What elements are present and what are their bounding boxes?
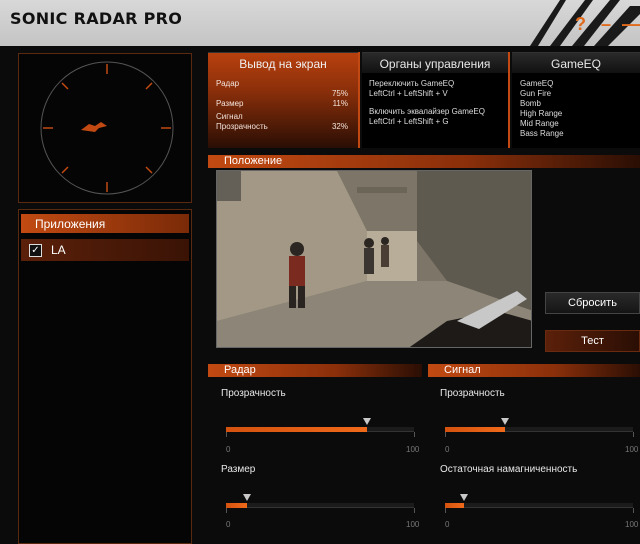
slider-tick <box>633 432 634 437</box>
app-list-item-la[interactable]: ✓ LA <box>21 239 189 261</box>
minimize-button[interactable]: – <box>601 14 611 35</box>
signal-section-header: Сигнал <box>428 364 640 377</box>
gameeq-item: Mid Range <box>520 119 559 128</box>
gameeq-item: Bomb <box>520 99 541 108</box>
switch-gameeq-label: Переключить GameEQ <box>369 79 455 88</box>
gameeq-item: GameEQ <box>520 79 554 88</box>
controls-panel-title: Органы управления <box>362 53 508 73</box>
radar-signal-marker <box>81 122 107 132</box>
panel-divider <box>358 52 360 148</box>
slider-tick <box>445 508 446 513</box>
slider-fill <box>445 427 506 432</box>
display-transparency-label: Прозрачность <box>216 122 268 131</box>
signal-transparency-label: Прозрачность <box>440 388 505 399</box>
slider-fill <box>445 503 464 508</box>
slider-thumb[interactable] <box>501 418 510 425</box>
help-button[interactable]: ? <box>575 14 586 35</box>
slider-tick <box>633 508 634 513</box>
slider-thumb[interactable] <box>242 494 251 501</box>
claw-marks-decoration <box>530 0 640 46</box>
slider-max-label: 100 <box>406 520 420 529</box>
display-signal-label: Сигнал <box>216 112 243 121</box>
close-button[interactable]: — <box>622 14 640 35</box>
gameeq-item: Bass Range <box>520 129 564 138</box>
slider-tick <box>226 508 227 513</box>
reset-button[interactable]: Сбросить <box>545 292 640 314</box>
test-button[interactable]: Тест <box>545 330 640 352</box>
slider-min-label: 0 <box>445 520 450 529</box>
radar-transparency-label: Прозрачность <box>221 388 286 399</box>
slider-tick <box>226 432 227 437</box>
display-transparency-value: 32% <box>331 122 348 131</box>
position-header: Положение <box>208 155 640 168</box>
switch-gameeq-shortcut[interactable]: LeftCtrl + LeftShift + V <box>362 89 508 99</box>
enable-eq-label: Включить эквалайзер GameEQ <box>369 107 485 116</box>
slider-tick <box>445 432 446 437</box>
slider-fill <box>226 427 367 432</box>
slider-min-label: 0 <box>445 445 450 454</box>
controls-panel: Органы управления Переключить GameEQ Lef… <box>362 52 508 148</box>
applications-header: Приложения <box>21 214 189 233</box>
display-radar-label: Радар <box>216 79 240 88</box>
app-label: LA <box>51 243 66 257</box>
signal-afterglow-slider[interactable] <box>445 494 634 513</box>
radar-size-label: Размер <box>221 464 256 475</box>
display-size-label: Размер <box>216 99 244 108</box>
slider-thumb[interactable] <box>363 418 371 425</box>
slider-min-label: 0 <box>226 520 231 529</box>
slider-tick <box>414 508 415 513</box>
slider-thumb[interactable] <box>459 494 468 501</box>
radar-preview <box>18 53 192 203</box>
slider-max-label: 100 <box>625 445 639 454</box>
radar-transparency-slider[interactable] <box>226 418 415 437</box>
signal-afterglow-label: Остаточная намагниченность <box>440 464 578 475</box>
display-size-value: 11% <box>332 99 348 108</box>
signal-transparency-slider[interactable] <box>445 418 634 437</box>
gameeq-item: Gun Fire <box>520 89 552 98</box>
gameeq-panel: GameEQ GameEQ Gun Fire Bomb High Range M… <box>512 52 640 148</box>
slider-min-label: 0 <box>226 445 231 454</box>
display-panel-title: Вывод на экран <box>239 57 327 71</box>
display-radar-value: 75% <box>331 89 348 98</box>
app-title: SONIC RADAR PRO <box>10 9 183 28</box>
enable-eq-shortcut[interactable]: LeftCtrl + LeftShift + G <box>362 117 508 127</box>
slider-max-label: 100 <box>406 445 420 454</box>
panel-divider <box>508 52 510 148</box>
applications-panel: Приложения ✓ LA <box>18 209 192 544</box>
slider-max-label: 100 <box>625 520 639 529</box>
slider-fill <box>226 503 247 508</box>
gameeq-panel-title: GameEQ <box>512 53 640 73</box>
display-output-panel: Вывод на экран Радар 75% Размер 11% Сигна… <box>208 52 358 148</box>
app-checkbox[interactable]: ✓ <box>29 243 42 257</box>
slider-tick <box>414 432 415 437</box>
radar-section-header: Радар <box>208 364 422 377</box>
title-bar: SONIC RADAR PRO ? – — <box>0 0 640 46</box>
game-preview-image[interactable] <box>216 170 532 348</box>
radar-size-slider[interactable] <box>226 494 415 513</box>
gameeq-item: High Range <box>520 109 563 118</box>
radar-dial <box>40 61 174 195</box>
